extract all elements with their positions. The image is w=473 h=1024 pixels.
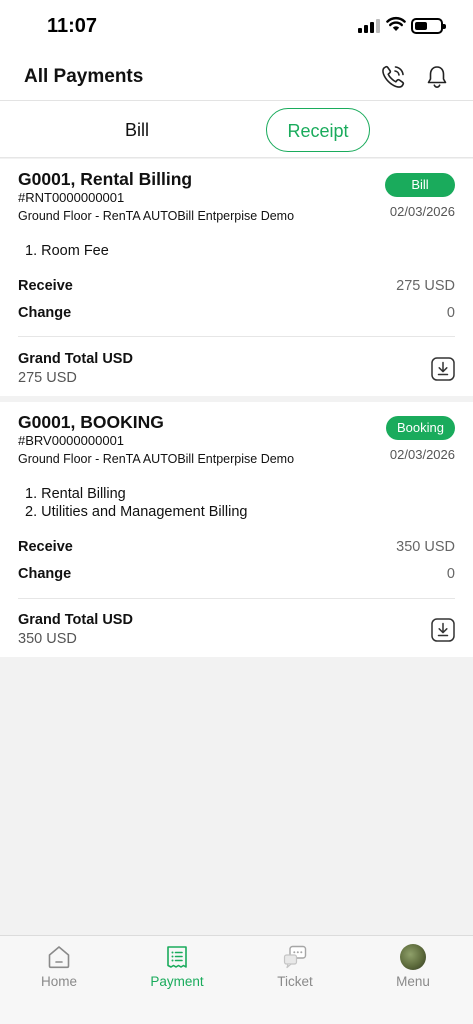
- download-icon[interactable]: [431, 357, 455, 381]
- avatar: [400, 944, 426, 970]
- nav-menu[interactable]: Menu: [354, 944, 472, 989]
- chat-ticket-icon: [283, 945, 307, 969]
- change-label: Change: [18, 305, 72, 321]
- grand-total-value: 275 USD: [18, 370, 77, 386]
- status-badge: Booking: [386, 416, 455, 440]
- wifi-icon: [386, 17, 406, 31]
- nav-home[interactable]: Home: [0, 944, 118, 989]
- payment-title: G0001, BOOKING: [18, 412, 164, 432]
- payment-location: Ground Floor - RenTA AUTOBill Entperpise…: [18, 209, 295, 223]
- payment-reference: #BRV0000000001: [18, 433, 125, 448]
- payment-type-tabs: Bill Receipt: [0, 101, 473, 158]
- payment-item: 1. Rental Billing: [25, 486, 126, 502]
- receive-label: Receive: [18, 539, 73, 555]
- bottom-navigation: Home Payment Ticket Menu: [0, 935, 473, 1024]
- nav-label: Ticket: [277, 974, 313, 989]
- divider: [18, 598, 455, 599]
- tab-bill[interactable]: Bill: [85, 108, 189, 152]
- status-time: 11:07: [47, 15, 98, 37]
- app-header: All Payments: [0, 52, 473, 101]
- payment-title: G0001, Rental Billing: [18, 169, 193, 189]
- receipt-list-icon: [167, 946, 187, 968]
- tab-receipt[interactable]: Receipt: [266, 108, 370, 152]
- grand-total-value: 350 USD: [18, 631, 77, 647]
- payment-item: 2. Utilities and Management Billing: [25, 504, 248, 520]
- receive-value: 275 USD: [396, 278, 455, 294]
- payment-date: 02/03/2026: [389, 204, 455, 219]
- download-icon[interactable]: [431, 618, 455, 642]
- payment-item: 1. Room Fee: [25, 243, 109, 259]
- payment-location: Ground Floor - RenTA AUTOBill Entperpise…: [18, 452, 295, 466]
- home-icon: [48, 946, 70, 969]
- change-value: 0: [446, 305, 455, 321]
- nav-ticket[interactable]: Ticket: [236, 944, 354, 989]
- nav-payment[interactable]: Payment: [118, 944, 236, 989]
- status-badge: Bill: [385, 173, 455, 197]
- grand-total-label: Grand Total USD: [18, 612, 133, 628]
- change-value: 0: [446, 566, 455, 582]
- battery-icon: [411, 18, 446, 34]
- payment-items: 1. Room Fee: [25, 242, 109, 260]
- payment-card[interactable]: G0001, BOOKING #BRV0000000001 Ground Flo…: [0, 402, 473, 657]
- grand-total-label: Grand Total USD: [18, 351, 133, 367]
- receive-label: Receive: [18, 278, 73, 294]
- change-label: Change: [18, 566, 72, 582]
- status-bar: 11:07: [0, 0, 473, 52]
- nav-label: Home: [40, 974, 77, 989]
- payment-reference: #RNT0000000001: [18, 190, 125, 205]
- bell-icon[interactable]: [422, 62, 452, 92]
- payment-card[interactable]: G0001, Rental Billing #RNT0000000001 Gro…: [0, 159, 473, 396]
- divider: [18, 336, 455, 337]
- payment-items: 1. Rental Billing 2. Utilities and Manag…: [25, 485, 247, 521]
- payment-date: 02/03/2026: [389, 447, 455, 462]
- receive-value: 350 USD: [396, 539, 455, 555]
- page-title: All Payments: [24, 66, 144, 87]
- nav-label: Menu: [396, 974, 430, 989]
- phone-ring-icon[interactable]: [378, 62, 408, 92]
- cellular-signal-icon: [358, 19, 380, 33]
- nav-label: Payment: [150, 974, 204, 989]
